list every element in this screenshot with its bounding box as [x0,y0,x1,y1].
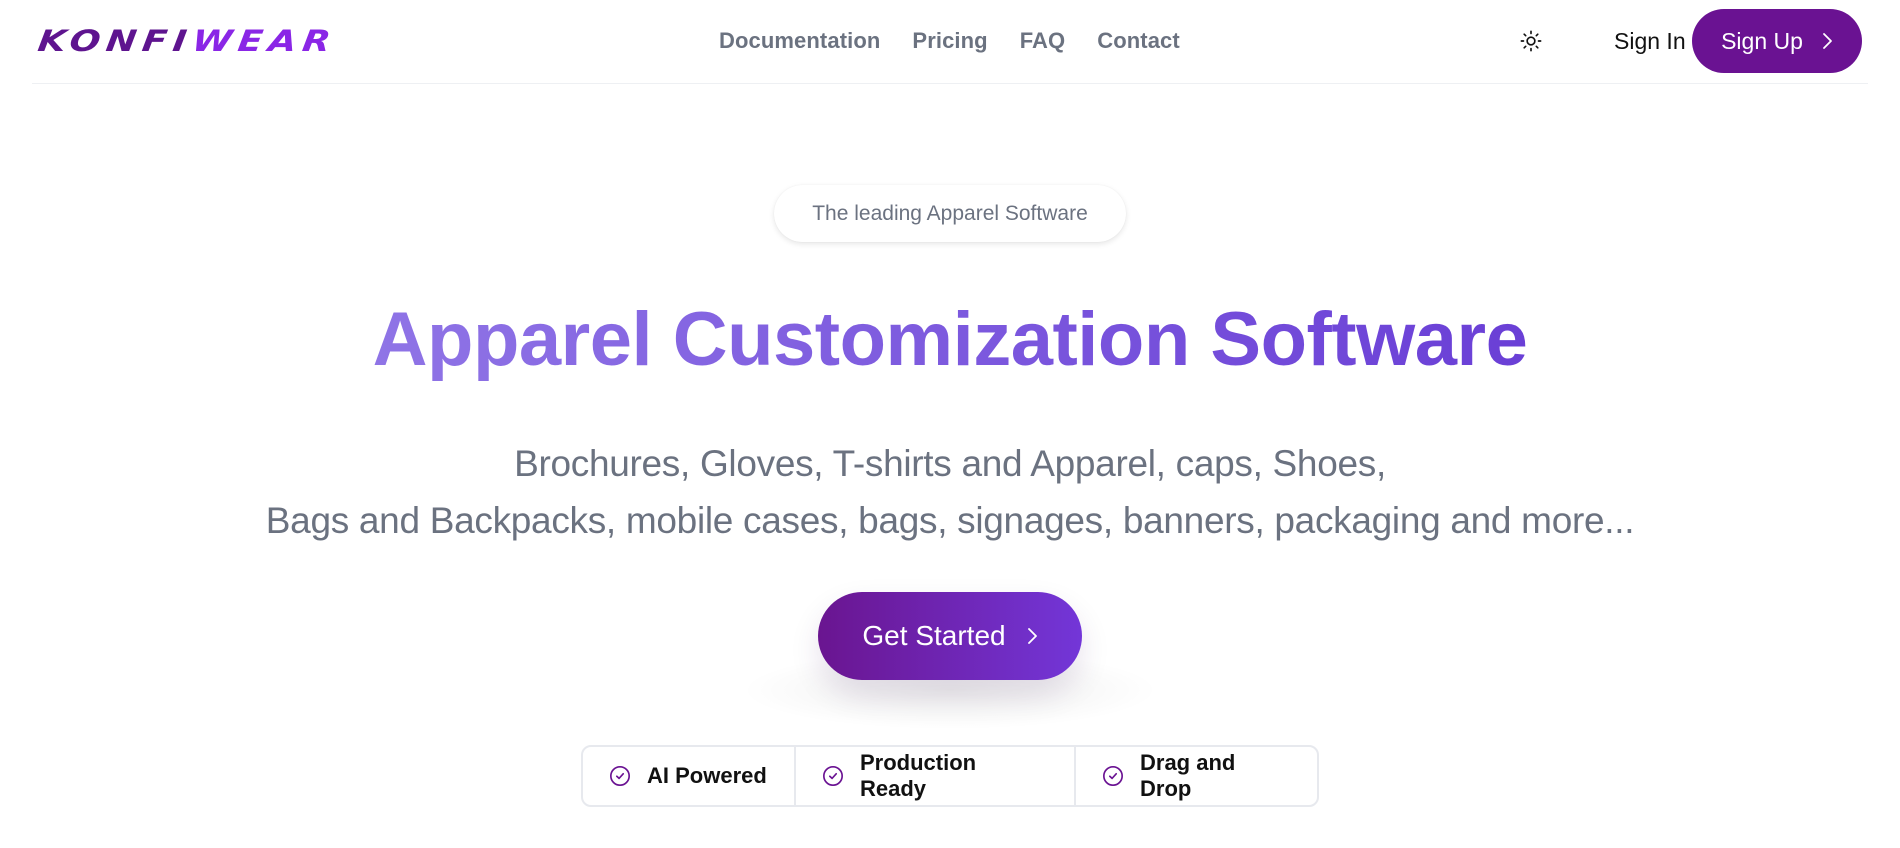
tagline-badge: The leading Apparel Software [774,185,1126,242]
check-circle-icon [823,766,843,786]
get-started-button[interactable]: Get Started [818,592,1082,680]
feature-ai-powered: AI Powered [583,747,794,805]
konfiwear-logo[interactable]: KONFIWEAR [35,24,339,59]
feature-drag-and-drop: Drag and Drop [1074,747,1317,805]
nav-faq[interactable]: FAQ [1020,28,1066,54]
hero-subtitle-line-1: Brochures, Gloves, T-shirts and Apparel,… [514,443,1386,484]
nav-documentation[interactable]: Documentation [719,28,880,54]
site-header: KONFIWEAR Documentation Pricing FAQ Cont… [32,0,1868,84]
feature-label: AI Powered [647,763,767,788]
check-circle-icon [1103,766,1123,786]
nav-contact[interactable]: Contact [1097,28,1180,54]
chevron-right-icon [1823,33,1832,49]
landing-page: KONFIWEAR Documentation Pricing FAQ Cont… [0,0,1900,848]
hero-subtitle: Brochures, Gloves, T-shirts and Apparel,… [0,435,1900,549]
sun-icon [1520,30,1542,52]
main-nav: Documentation Pricing FAQ Contact [719,24,1180,58]
hero-title: Apparel Customization Software [0,292,1900,388]
check-circle-icon [610,766,630,786]
chevron-right-icon [1027,628,1037,644]
sign-up-button[interactable]: Sign Up [1692,9,1862,73]
sign-in-link[interactable]: Sign In [1614,24,1686,58]
get-started-label: Get Started [862,620,1006,651]
logo-part-konfi: KONFI [35,24,195,59]
feature-label: Production Ready [860,750,977,801]
sign-up-label: Sign Up [1721,27,1803,54]
nav-pricing[interactable]: Pricing [912,28,987,54]
hero-title-text: Apparel Customization Software [372,297,1528,382]
feature-label: Drag and Drop [1140,750,1236,801]
feature-production-ready: Production Ready [794,747,1074,805]
feature-list: AI Powered Production Ready Drag and Dro… [581,745,1319,807]
logo-part-wear: WEAR [190,24,339,59]
theme-toggle-button[interactable] [1518,28,1544,54]
hero-subtitle-line-2: Bags and Backpacks, mobile cases, bags, … [265,500,1635,541]
